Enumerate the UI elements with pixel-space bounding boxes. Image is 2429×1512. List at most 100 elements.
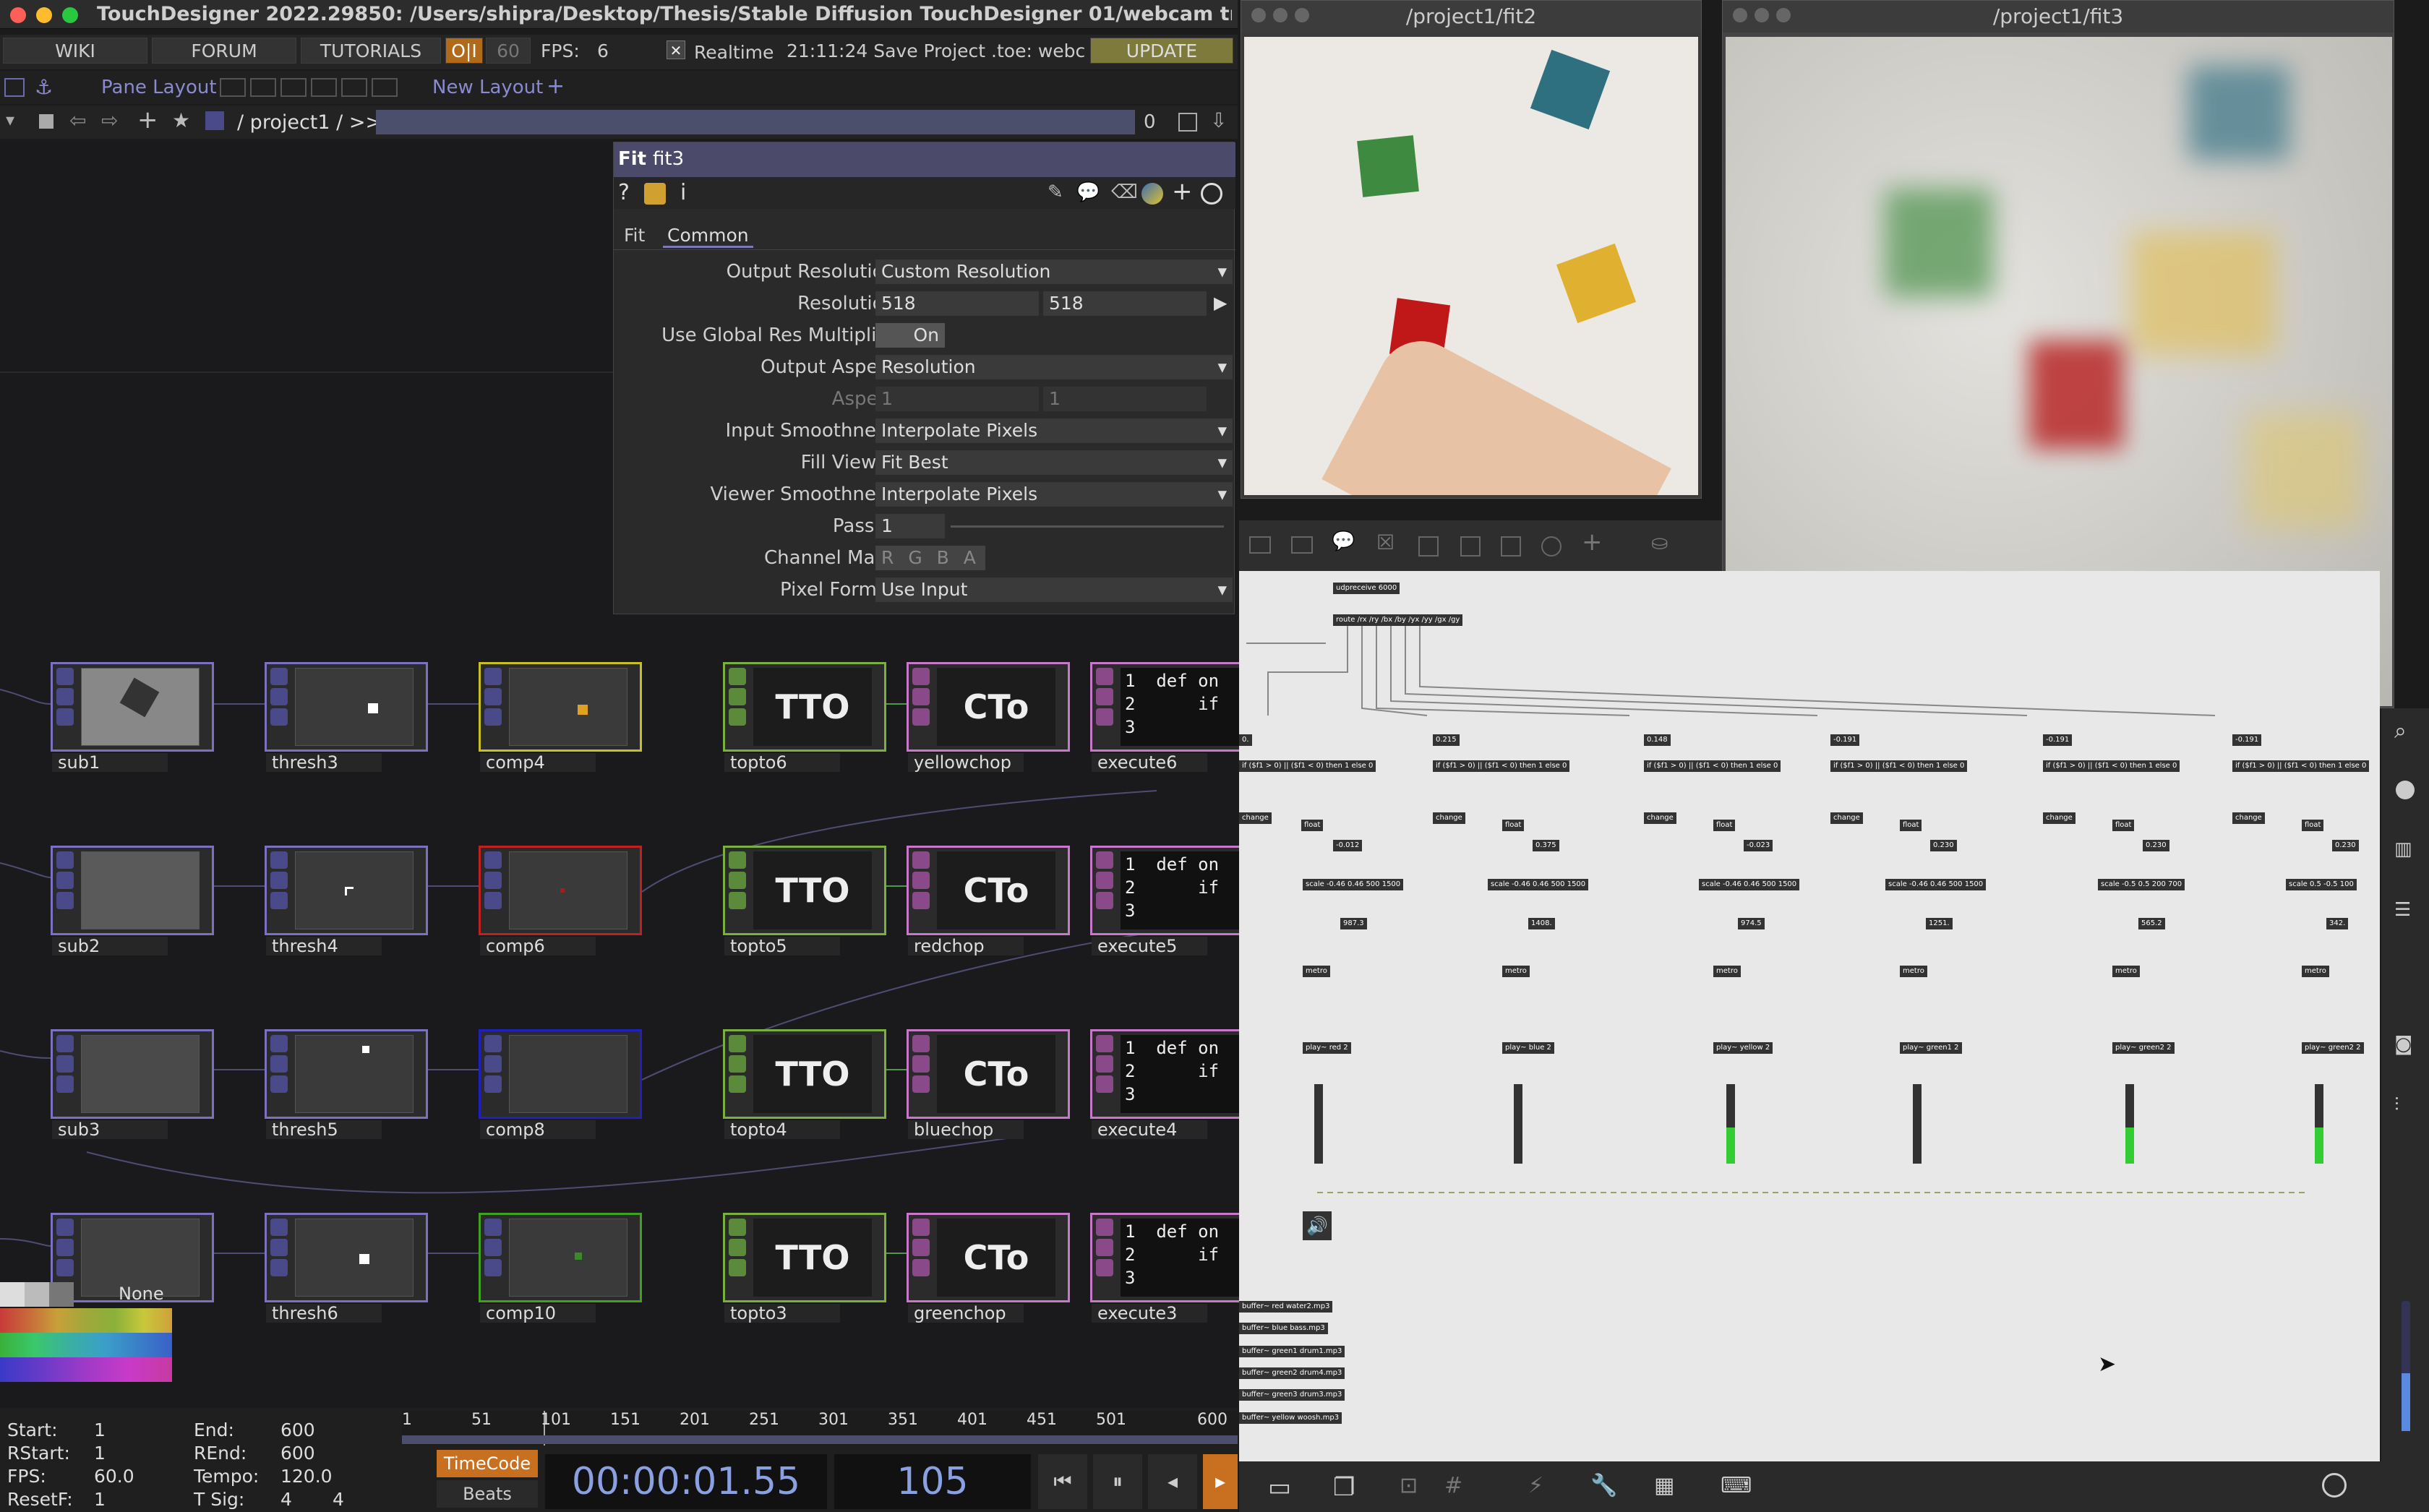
redchop-node[interactable]: CTo redchop (907, 846, 1070, 955)
network-path[interactable]: / project1 / >> (237, 111, 382, 134)
realtime-checkbox[interactable]: ✕ (667, 40, 685, 59)
parameter-dialog[interactable]: Fit fit3 ? i ✎ 💬 ⌫ + Fit Common Output R… (613, 142, 1235, 614)
tsig-den[interactable]: 4 (333, 1489, 344, 1510)
expr-3[interactable]: if ($f1 > 0) || ($f1 < 0) then 1 else 0 (1644, 760, 1781, 772)
python-icon[interactable] (1141, 183, 1163, 205)
expr-6[interactable]: if ($f1 > 0) || ($f1 < 0) then 1 else 0 (2232, 760, 2370, 772)
meter-icon[interactable] (2322, 1473, 2347, 1498)
info-icon[interactable]: i (680, 180, 686, 205)
book-icon[interactable]: ▥ (2394, 838, 2412, 860)
max-patcher[interactable]: udpreceive 6000 route /rx /ry /bx /by /y… (1239, 571, 2380, 1461)
execute5-node[interactable]: 1 def on 2 if 3 execute5 (1090, 846, 1258, 955)
resolution-h-field[interactable]: 518 (1043, 291, 1207, 316)
add-layout-icon[interactable]: + (547, 74, 565, 99)
scale-2[interactable]: scale -0.46 0.46 500 1500 (1488, 879, 1589, 890)
expr-5[interactable]: if ($f1 > 0) || ($f1 < 0) then 1 else 0 (2043, 760, 2180, 772)
float-obj-4[interactable]: float (1900, 820, 1922, 831)
metro-6[interactable]: metro (2302, 966, 2329, 977)
timeline-ruler[interactable]: 1 51 101 151 201 251 301 351 401 451 501… (402, 1411, 1238, 1446)
gain-slider-6[interactable] (2315, 1084, 2323, 1164)
tab-common[interactable]: Common (663, 225, 753, 248)
max-meter-icon[interactable] (1460, 536, 1481, 557)
grid-icon[interactable]: # (1444, 1473, 1462, 1498)
timecode-display[interactable]: 00:00:01.55 (545, 1454, 827, 1509)
viewer-fit3-min[interactable] (1755, 8, 1769, 22)
gain-slider-5[interactable] (2125, 1084, 2134, 1164)
viewer-fit3-zoom[interactable] (1776, 8, 1791, 22)
max-dial-icon[interactable] (1541, 536, 1562, 557)
change-2[interactable]: change (1433, 812, 1465, 824)
float-obj-5[interactable]: float (2112, 820, 2135, 831)
comp6-node[interactable]: comp6 (479, 846, 642, 955)
dropdown-arrow-icon[interactable]: ▾ (6, 110, 14, 130)
topto5-node[interactable]: TTO topto5 (723, 846, 886, 955)
metro-2[interactable]: metro (1502, 966, 1530, 977)
layout-split-icon-3[interactable] (280, 78, 307, 97)
timeline-track[interactable] (402, 1435, 1238, 1444)
comp10-node[interactable]: comp10 (479, 1213, 642, 1323)
thresh4-node[interactable]: thresh4 (265, 846, 428, 955)
buffer-4[interactable]: buffer~ green2 drum4.mp3 (1239, 1367, 1345, 1379)
viewer-fit2-min[interactable] (1273, 8, 1288, 22)
expr-2[interactable]: if ($f1 > 0) || ($f1 < 0) then 1 else 0 (1433, 760, 1570, 772)
forward-icon[interactable]: ⇨ (101, 108, 118, 132)
channel-mask-buttons[interactable]: R G B A (875, 546, 985, 570)
windows-icon[interactable]: ❐ (1333, 1473, 1355, 1502)
float-val-4[interactable]: 0.230 (1930, 840, 1957, 851)
play-6[interactable]: play~ green2 2 (2302, 1042, 2364, 1054)
dac-speaker-icon[interactable]: 🔊 (1303, 1211, 1332, 1240)
viewer-toggle-icon[interactable] (1178, 113, 1197, 132)
lock-icon[interactable]: ⊡ (1400, 1473, 1418, 1498)
tab-fit[interactable]: Fit (624, 225, 645, 246)
eraser-icon[interactable]: ⌫ (1111, 181, 1138, 203)
max-tool-icon-2[interactable] (1291, 536, 1313, 554)
help-icon[interactable]: ? (618, 180, 630, 205)
buffer-2[interactable]: buffer~ blue bass.mp3 (1239, 1323, 1328, 1334)
piano-icon[interactable]: ▦ (1654, 1473, 1674, 1498)
wiki-button[interactable]: WIKI (3, 38, 147, 64)
pixel-format-menu[interactable]: Use Input ▾ (875, 577, 1233, 602)
change-1[interactable]: change (1239, 812, 1272, 824)
target-icon[interactable] (1201, 183, 1222, 205)
tutorials-button[interactable]: TUTORIALS (301, 38, 441, 64)
float-val-3[interactable]: -0.023 (1744, 840, 1773, 851)
play-5[interactable]: play~ green2 2 (2112, 1042, 2175, 1054)
debug-icon[interactable]: ⚡ (1528, 1473, 1543, 1498)
start-value[interactable]: 1 (94, 1419, 106, 1440)
pause-button[interactable]: ⏸ (1093, 1454, 1142, 1509)
wrench-icon[interactable]: 🔧 (1590, 1473, 1617, 1498)
output-aspect-menu[interactable]: Resolution ▾ (875, 355, 1233, 379)
frame-display[interactable]: 105 (834, 1454, 1031, 1509)
keyboard-icon[interactable]: ⌨ (1721, 1473, 1752, 1498)
gain-slider-4[interactable] (1913, 1084, 1922, 1164)
viewer-fit2-close[interactable] (1251, 8, 1266, 22)
camera-icon[interactable]: ◙ (2394, 1034, 2412, 1055)
float-1[interactable]: 0. (1239, 734, 1252, 746)
execute6-node[interactable]: 1 def on 2 if 3 execute6 (1090, 662, 1258, 772)
float-val-6[interactable]: 0.230 (2332, 840, 2359, 851)
color-palette[interactable]: None (0, 1282, 172, 1405)
buffer-6[interactable]: buffer~ yellow woosh.mp3 (1239, 1412, 1342, 1424)
max-paint-icon[interactable]: ⛀ (1651, 531, 1668, 554)
topto4-node[interactable]: TTO topto4 (723, 1029, 886, 1139)
float-3[interactable]: 0.148 (1644, 734, 1671, 746)
star-icon[interactable]: ★ (172, 108, 190, 132)
viewer-fit2-window[interactable]: /project1/fit2 (1241, 0, 1702, 499)
rend-value[interactable]: 600 (280, 1443, 315, 1464)
resolution-w-field[interactable]: 518 (875, 291, 1039, 316)
yellowchop-node[interactable]: CTo yellowchop (907, 662, 1070, 772)
viewer-fit3-close[interactable] (1733, 8, 1747, 22)
zoom-window-button[interactable] (62, 7, 78, 23)
scale-3[interactable]: scale -0.46 0.46 500 1500 (1699, 879, 1800, 890)
layout-split-icon-1[interactable] (220, 78, 246, 97)
layout-split-icon-4[interactable] (311, 78, 337, 97)
end-value[interactable]: 600 (280, 1419, 315, 1440)
global-res-toggle[interactable]: On (875, 323, 945, 348)
scale-6[interactable]: scale 0.5 -0.5 100 (2286, 879, 2357, 890)
expr-4[interactable]: if ($f1 > 0) || ($f1 < 0) then 1 else 0 (1830, 760, 1968, 772)
out-6[interactable]: 342. (2326, 918, 2349, 929)
expand-arrow-icon[interactable]: ▶ (1214, 293, 1227, 313)
play-button[interactable]: ▸ (1203, 1454, 1238, 1509)
sliders-icon[interactable]: ⫶ (2394, 1094, 2399, 1117)
list-icon[interactable]: ☰ (2394, 899, 2411, 921)
